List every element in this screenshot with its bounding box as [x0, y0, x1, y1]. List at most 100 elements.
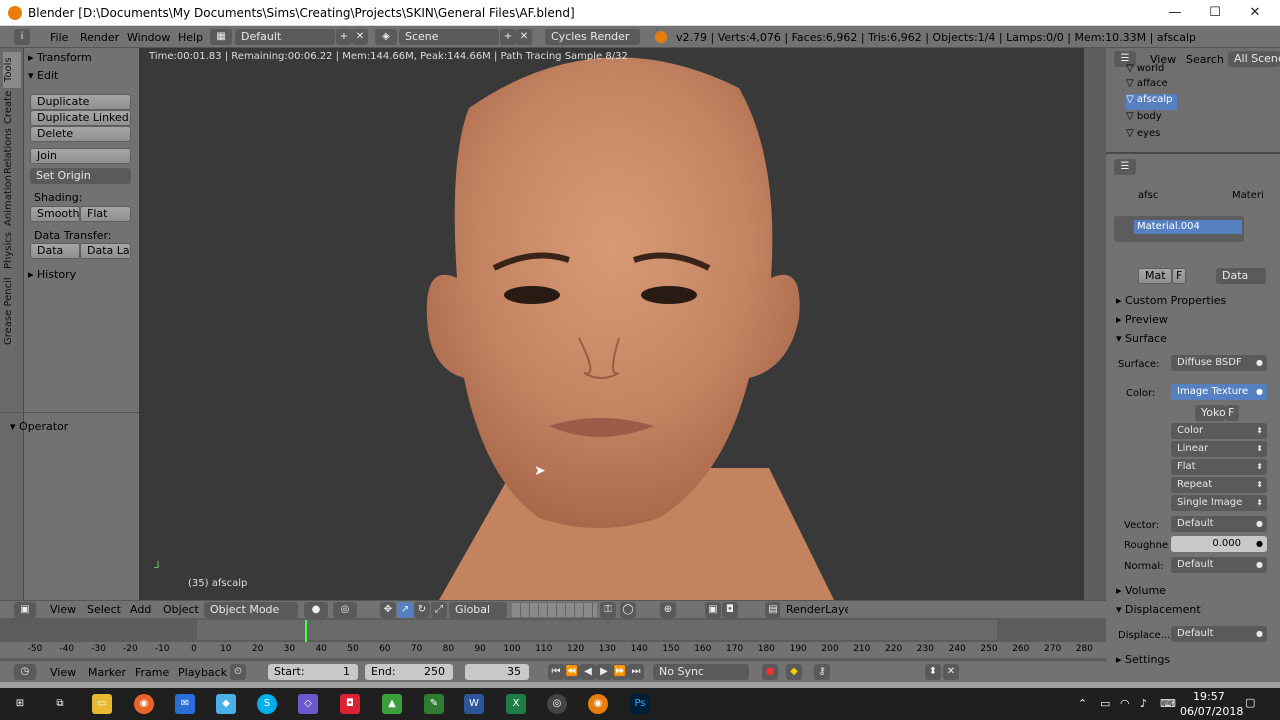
set-origin-dropdown[interactable]: Set Origin: [30, 168, 131, 184]
material-slot-item[interactable]: Material.004: [1134, 220, 1242, 234]
menu-help[interactable]: Help: [178, 31, 203, 44]
playhead[interactable]: [305, 620, 308, 642]
viewport-scrollbar[interactable]: [1084, 48, 1106, 600]
maps-icon[interactable]: ▲: [382, 694, 402, 714]
outliner-row-selected[interactable]: ▽ afscalp: [1126, 94, 1177, 110]
scene-icon[interactable]: ◈: [375, 29, 397, 45]
custom-properties-panel[interactable]: ▸ Custom Properties: [1116, 294, 1226, 307]
tl-frame-menu[interactable]: Frame: [135, 666, 169, 679]
projection-dropdown[interactable]: Flat ⬍: [1171, 459, 1267, 475]
next-keyframe-icon[interactable]: ⏩: [612, 664, 628, 680]
manipulator-icon[interactable]: ✥: [380, 602, 396, 618]
object-menu[interactable]: Object: [163, 603, 199, 616]
select-menu[interactable]: Select: [87, 603, 121, 616]
tray-chevron-icon[interactable]: ⌃: [1078, 697, 1087, 710]
rotate-icon[interactable]: ↻: [414, 602, 430, 618]
image-fake-user-button[interactable]: F: [1225, 405, 1239, 421]
extension-dropdown[interactable]: Repeat ⬍: [1171, 477, 1267, 493]
task-view-icon[interactable]: ⧉: [50, 694, 70, 714]
timeline[interactable]: -50 -40 -30 -20 -10 0 10 20 30 40 50 60 70 80 90 100 110…: [0, 618, 1106, 660]
outliner-row[interactable]: ▽ world: [1126, 63, 1164, 79]
play-reverse-icon[interactable]: ◀: [580, 664, 596, 680]
delete-keyframe-icon[interactable]: ✕: [943, 664, 959, 680]
displacement-dropdown[interactable]: Default ●: [1171, 626, 1267, 642]
render-engine-dropdown[interactable]: Cycles Render: [545, 29, 640, 45]
sync-dropdown[interactable]: No Sync: [653, 664, 749, 680]
scene-field[interactable]: Scene: [399, 29, 499, 45]
fake-user-button[interactable]: F: [1172, 268, 1186, 284]
mode-dropdown[interactable]: Object Mode: [204, 602, 298, 618]
roughness-field[interactable]: 0.000 ●: [1171, 536, 1267, 552]
view-menu[interactable]: View: [50, 603, 76, 616]
start-icon[interactable]: ⊞: [10, 694, 30, 714]
link-data-dropdown[interactable]: Data: [1216, 268, 1266, 284]
excel-icon[interactable]: X: [506, 694, 526, 714]
render-layer-icon[interactable]: ▤: [765, 602, 781, 618]
minimize-button[interactable]: —: [1155, 0, 1195, 26]
app-icon[interactable]: ◆: [216, 694, 236, 714]
displacement-panel[interactable]: ▾ Displacement: [1116, 603, 1201, 616]
clock-time[interactable]: 19:57: [1193, 690, 1225, 703]
volume-panel[interactable]: ▸ Volume: [1116, 584, 1166, 597]
jump-end-icon[interactable]: ⏭: [628, 664, 644, 680]
operator-panel-header[interactable]: ▾ Operator: [10, 420, 68, 433]
app2-icon[interactable]: ◇: [298, 694, 318, 714]
volume-icon[interactable]: ♪: [1140, 697, 1147, 710]
orientation-dropdown[interactable]: Global: [449, 602, 507, 618]
camera-icon[interactable]: ◘: [722, 602, 738, 618]
image-name-field[interactable]: Yoko: [1195, 405, 1225, 421]
scale-icon[interactable]: ⤢: [431, 602, 447, 618]
smooth-button[interactable]: Smooth: [30, 206, 80, 222]
add-menu[interactable]: Add: [130, 603, 151, 616]
skype-icon[interactable]: S: [257, 694, 277, 714]
join-button[interactable]: Join: [30, 148, 131, 164]
render-layer-field[interactable]: RenderLayer: [780, 602, 848, 618]
tab-animation[interactable]: Animation: [3, 175, 21, 226]
blender-icon[interactable]: ◉: [588, 694, 608, 714]
tl-view-menu[interactable]: View: [50, 666, 76, 679]
3d-viewport[interactable]: Time:00:01.83 | Remaining:00:06.22 | Mem…: [139, 48, 1084, 600]
display-mode-dropdown[interactable]: All Scenes: [1228, 51, 1280, 67]
data-button[interactable]: Data: [30, 243, 80, 259]
keying-set-icon[interactable]: ◆: [786, 664, 802, 680]
maximize-button[interactable]: ☐: [1195, 0, 1235, 26]
camera-icon[interactable]: ◘: [340, 694, 360, 714]
battery-icon[interactable]: ▭: [1100, 697, 1110, 710]
layer-buttons[interactable]: [512, 603, 597, 617]
translate-icon[interactable]: ↗: [397, 602, 413, 618]
tl-marker-menu[interactable]: Marker: [88, 666, 126, 679]
preview-range-icon[interactable]: ⏲: [230, 664, 246, 680]
menu-window[interactable]: Window: [127, 31, 170, 44]
normal-dropdown[interactable]: Default ●: [1171, 557, 1267, 573]
firefox-icon[interactable]: ◉: [134, 694, 154, 714]
end-frame-field[interactable]: End: 250: [365, 664, 453, 680]
info-editor-icon[interactable]: i: [14, 29, 30, 45]
flat-button[interactable]: Flat: [80, 206, 131, 222]
surface-panel[interactable]: ▾ Surface: [1116, 332, 1167, 345]
mail-icon[interactable]: ✉: [175, 694, 195, 714]
word-icon[interactable]: W: [464, 694, 484, 714]
outliner-row[interactable]: ▽ body: [1126, 111, 1162, 127]
insert-keyframe-icon[interactable]: ⬍: [925, 664, 941, 680]
network-icon[interactable]: ◠: [1120, 697, 1130, 710]
editor-type-icon[interactable]: ▣: [14, 602, 36, 618]
play-icon[interactable]: ▶: [596, 664, 612, 680]
tab-physics[interactable]: Physics: [3, 230, 21, 272]
outliner-row[interactable]: ▽ afface: [1126, 78, 1168, 94]
jump-start-icon[interactable]: ⏮: [548, 664, 564, 680]
proportional-icon[interactable]: ⊕: [660, 602, 676, 618]
tab-relations[interactable]: Relations: [3, 128, 21, 174]
menu-file[interactable]: File: [50, 31, 68, 44]
history-panel-header[interactable]: ▸ History: [28, 268, 76, 281]
interpolation-dropdown[interactable]: Linear ⬍: [1171, 441, 1267, 457]
remove-scene-icon[interactable]: ✕: [516, 29, 532, 45]
outliner-search-menu[interactable]: Search: [1186, 53, 1224, 66]
current-frame-field[interactable]: 35: [465, 664, 529, 680]
snap-icon[interactable]: ◯: [620, 602, 636, 618]
timeline-editor-icon[interactable]: ◷: [14, 664, 36, 680]
remove-layout-icon[interactable]: ✕: [352, 29, 368, 45]
pivot-icon[interactable]: ◎: [333, 602, 357, 618]
edit-panel-header[interactable]: ▾ Edit: [28, 69, 58, 82]
settings-panel[interactable]: ▸ Settings: [1116, 653, 1170, 666]
shading-mode-icon[interactable]: ●: [304, 602, 328, 618]
